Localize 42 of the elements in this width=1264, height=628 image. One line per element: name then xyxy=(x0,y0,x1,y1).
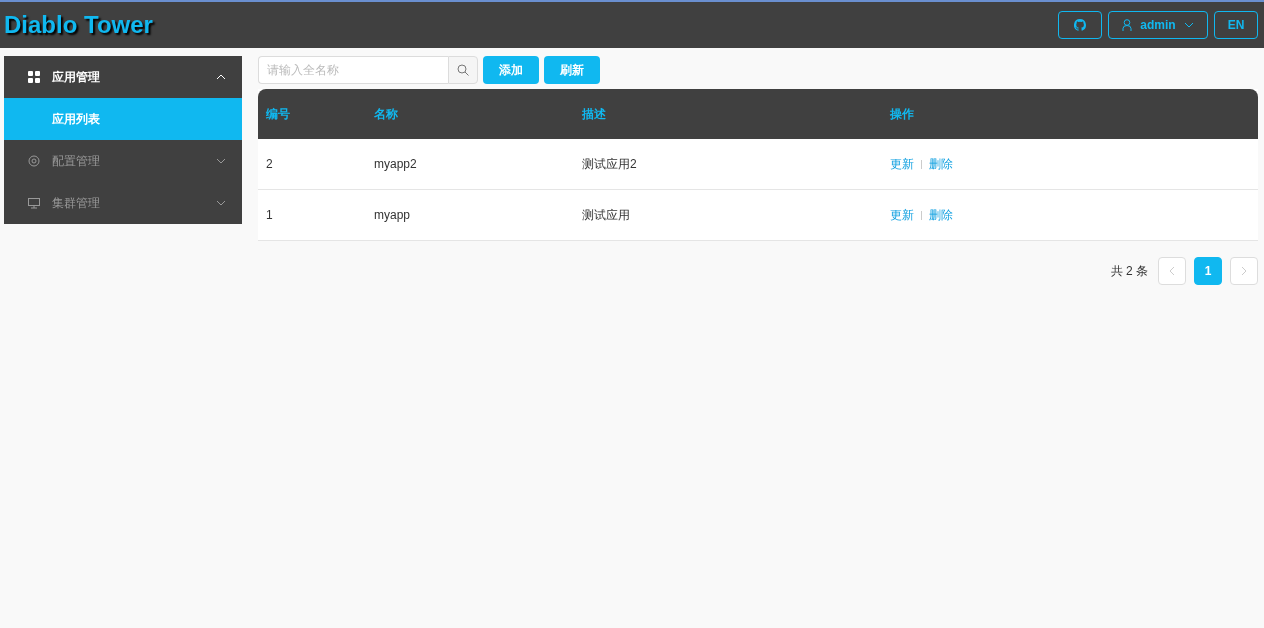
user-menu-button[interactable]: admin xyxy=(1108,11,1208,39)
chevron-left-icon xyxy=(1169,266,1175,276)
table-cell-text: 1 xyxy=(265,208,274,222)
search-icon xyxy=(457,64,469,76)
action-button[interactable]: 刷新 xyxy=(544,56,600,84)
table-cell-text: 测试应用 xyxy=(581,206,631,224)
chevron-icon xyxy=(216,158,226,164)
table-cell-text: 2 xyxy=(265,157,274,171)
action-button[interactable]: 添加 xyxy=(483,56,539,84)
chevron-icon xyxy=(216,200,226,206)
previous-page-button[interactable] xyxy=(1158,257,1186,285)
settings-icon xyxy=(28,155,40,167)
user-icon xyxy=(1122,19,1133,31)
table-cell-text: 测试应用2 xyxy=(581,155,638,173)
row-action-link[interactable]: 更新 xyxy=(890,155,914,173)
table-cell-text: myapp xyxy=(373,208,412,222)
column-header: 编号 xyxy=(265,105,291,123)
app-title: Diablo Tower xyxy=(4,11,153,39)
menu-group[interactable]: 配置管理 xyxy=(4,140,242,182)
chevron-icon xyxy=(216,74,226,80)
row-action-link[interactable]: 更新 xyxy=(890,206,914,224)
monitor-icon xyxy=(28,197,40,209)
grid-icon xyxy=(28,71,40,83)
chevron-right-icon xyxy=(1241,266,1247,276)
search-button[interactable] xyxy=(448,56,478,84)
column-header: 描述 xyxy=(581,105,607,123)
github-button[interactable] xyxy=(1058,11,1102,39)
column-header: 操作 xyxy=(889,105,915,123)
menu-group[interactable]: 集群管理 xyxy=(4,182,242,224)
total-count: 共 2 条 xyxy=(1110,262,1148,280)
github-icon xyxy=(1074,19,1086,31)
search-field[interactable]: 请输入全名称 xyxy=(258,56,448,84)
chevron-down-icon xyxy=(1183,22,1194,28)
menu-item[interactable]: 应用列表 xyxy=(4,98,242,140)
page-button[interactable]: 1 xyxy=(1194,257,1222,285)
next-page-button[interactable] xyxy=(1230,257,1258,285)
menu-group[interactable]: 应用管理 xyxy=(4,56,242,98)
column-header: 名称 xyxy=(373,105,399,123)
row-action-link[interactable]: 删除 xyxy=(929,206,953,224)
language-button[interactable]: EN xyxy=(1214,11,1258,39)
table-cell-text: myapp2 xyxy=(373,157,418,171)
row-action-link[interactable]: 删除 xyxy=(929,155,953,173)
